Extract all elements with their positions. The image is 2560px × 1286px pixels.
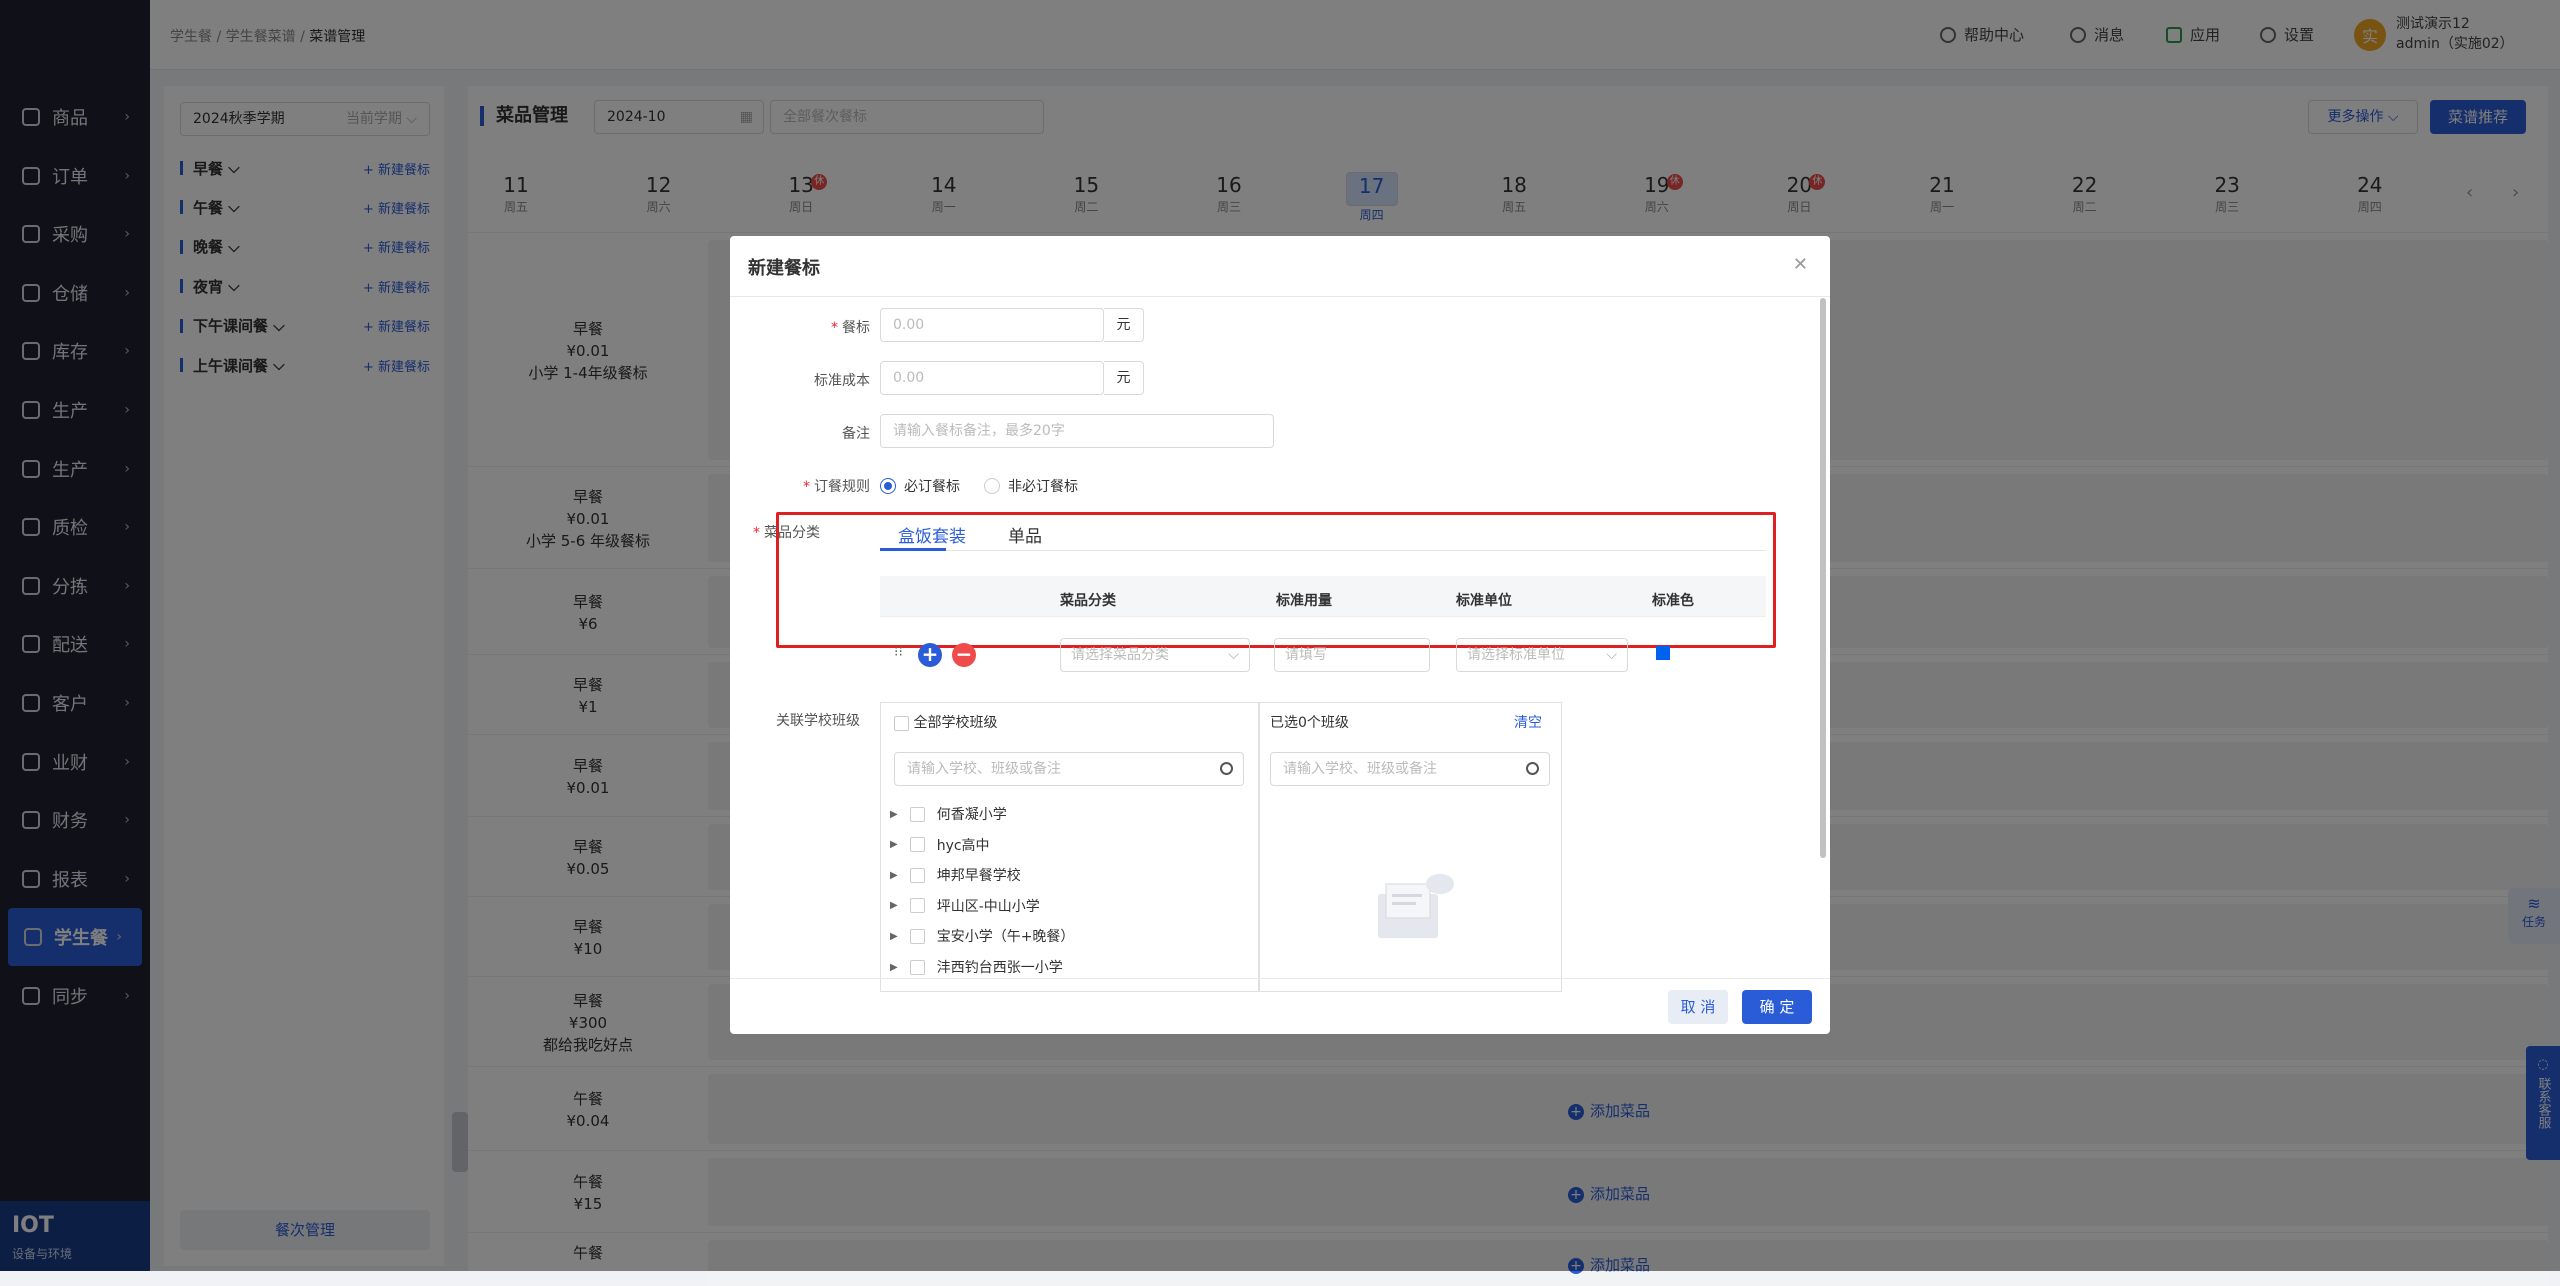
school-tree-item[interactable]: ▶ hyc高中 (890, 835, 990, 855)
add-row-icon[interactable]: + (918, 643, 942, 667)
school-tree-item[interactable]: ▶ 宝安小学（午+晚餐） (890, 926, 1074, 946)
col-unit: 标准单位 (1456, 593, 1512, 609)
order-required-label: 必订餐标 (904, 479, 960, 495)
unit-placeholder: 请选择标准单位 (1467, 647, 1565, 663)
remark-input[interactable]: 请输入餐标备注，最多20字 (880, 414, 1274, 448)
drag-handle-icon[interactable]: ⁝⁝ (894, 644, 903, 660)
school-tree-item[interactable]: ▶ 沣西钓台西张一小学 (890, 957, 1063, 977)
tab-divider (880, 550, 1766, 551)
meal-standard-input[interactable]: 0.00 (880, 308, 1104, 342)
school-name: 何香凝小学 (936, 807, 1007, 823)
expand-icon[interactable]: ▶ (890, 809, 898, 820)
clear-button[interactable]: 清空 (1514, 712, 1542, 732)
search-icon (1220, 762, 1233, 775)
checkbox-icon[interactable] (909, 898, 925, 914)
unit-suffix: 元 (1104, 361, 1144, 395)
order-rule-label: * 订餐规则 (803, 479, 870, 495)
search-placeholder: 请输入学校、班级或备注 (907, 761, 1061, 777)
search-icon (1526, 762, 1539, 775)
radio-checked-icon (880, 478, 896, 494)
selected-count: 已选0个班级 (1270, 715, 1349, 731)
divider (730, 296, 1830, 297)
expand-icon[interactable]: ▶ (890, 931, 898, 942)
dialog-title: 新建餐标 (748, 258, 820, 279)
expand-icon[interactable]: ▶ (890, 839, 898, 850)
meal-standard-label: * 餐标 (831, 320, 870, 336)
chevron-down-icon: ⌵ (1228, 647, 1239, 663)
checkbox-icon (894, 715, 909, 731)
radio-unchecked-icon (984, 478, 1000, 494)
dialog-scrollbar[interactable] (1820, 298, 1826, 858)
school-search-input[interactable]: 请输入学校、班级或备注 (894, 752, 1244, 786)
close-icon[interactable]: ✕ (1793, 254, 1808, 275)
category-select[interactable]: 请选择菜品分类 ⌵ (1060, 638, 1250, 672)
cancel-button[interactable]: 取 消 (1668, 990, 1728, 1024)
school-name: hyc高中 (936, 837, 990, 854)
school-tree-item[interactable]: ▶ 坪山区-中山小学 (890, 896, 1040, 916)
expand-icon[interactable]: ▶ (890, 870, 898, 881)
select-all-checkbox[interactable]: 全部学校班级 (894, 712, 997, 732)
dish-category-label: * 菜品分类 (753, 525, 820, 541)
tab-boxed-meal[interactable]: 盒饭套装 (898, 522, 966, 547)
chevron-down-icon: ⌵ (1606, 647, 1617, 663)
divider (730, 978, 1830, 979)
order-optional-radio[interactable]: 非必订餐标 (984, 476, 1078, 496)
unit-select[interactable]: 请选择标准单位 ⌵ (1456, 638, 1628, 672)
category-placeholder: 请选择菜品分类 (1071, 647, 1169, 663)
expand-icon[interactable]: ▶ (890, 900, 898, 911)
school-class-label: 关联学校班级 (776, 713, 860, 729)
school-name: 坤邦早餐学校 (936, 868, 1021, 885)
checkbox-icon[interactable] (909, 867, 925, 883)
checkbox-icon[interactable] (909, 928, 925, 944)
empty-state-icon (1368, 872, 1458, 942)
tab-single-item[interactable]: 单品 (1008, 522, 1042, 547)
unit-suffix: 元 (1104, 308, 1144, 342)
select-all-label: 全部学校班级 (913, 715, 998, 731)
order-required-radio[interactable]: 必订餐标 (880, 476, 960, 496)
checkbox-icon[interactable] (909, 806, 925, 822)
table-row-divider (880, 616, 1766, 617)
school-tree-item[interactable]: ▶ 坤邦早餐学校 (890, 865, 1021, 885)
remove-row-icon[interactable]: − (952, 643, 976, 667)
selected-class-panel (1258, 702, 1562, 992)
col-color: 标准色 (1652, 593, 1694, 609)
active-tab-indicator (880, 548, 946, 551)
col-amount: 标准用量 (1276, 593, 1332, 609)
new-meal-standard-dialog: 新建餐标 ✕ * 餐标 0.00 元 标准成本 0.00 元 备注 请输入餐标备注… (730, 236, 1830, 1034)
school-name: 沣西钓台西张一小学 (936, 960, 1063, 976)
checkbox-icon[interactable] (909, 959, 925, 975)
amount-input[interactable]: 请填写 (1274, 638, 1430, 672)
col-category: 菜品分类 (1060, 593, 1116, 609)
checkbox-icon[interactable] (909, 837, 925, 853)
std-cost-label: 标准成本 (814, 373, 870, 389)
school-name: 宝安小学（午+晚餐） (936, 929, 1075, 946)
color-swatch[interactable] (1656, 646, 1670, 660)
search-placeholder: 请输入学校、班级或备注 (1283, 761, 1437, 777)
selected-search-input[interactable]: 请输入学校、班级或备注 (1270, 752, 1550, 786)
order-optional-label: 非必订餐标 (1008, 479, 1078, 495)
confirm-button[interactable]: 确 定 (1742, 990, 1812, 1024)
remark-label: 备注 (842, 426, 870, 442)
school-name: 坪山区-中山小学 (936, 898, 1040, 915)
std-cost-input[interactable]: 0.00 (880, 361, 1104, 395)
expand-icon[interactable]: ▶ (890, 962, 898, 973)
school-tree-item[interactable]: ▶ 何香凝小学 (890, 804, 1007, 824)
